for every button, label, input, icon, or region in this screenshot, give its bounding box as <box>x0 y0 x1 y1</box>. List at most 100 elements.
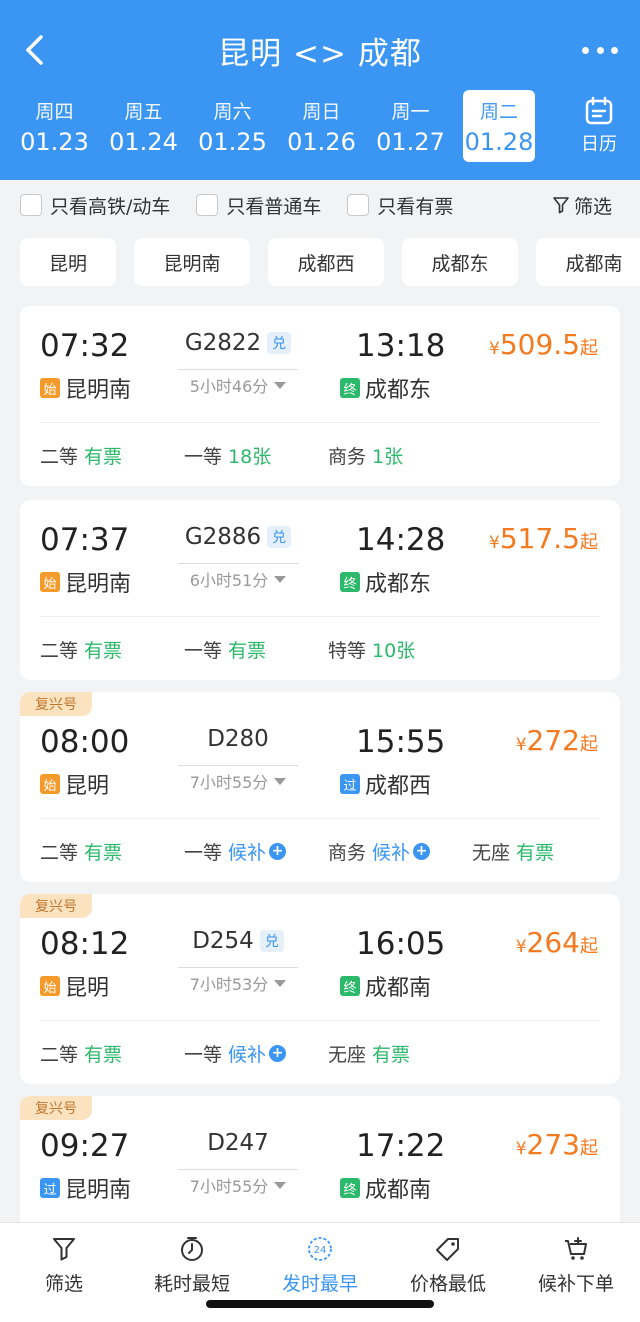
tab-label: 价格最低 <box>409 1273 486 1295</box>
arrival-station: 过 成都西 <box>340 768 431 800</box>
station-chips: 昆明 昆明南 成都西 成都东 成都南 <box>20 238 640 286</box>
arrival-station-name: 成都西 <box>365 774 432 799</box>
price-suffix: 起 <box>580 936 598 957</box>
arrival-time: 16:05 <box>356 926 446 962</box>
back-button[interactable] <box>18 32 54 68</box>
checkbox[interactable] <box>196 194 219 216</box>
seat-availability: 候补 <box>372 842 411 864</box>
date-tab-0126[interactable]: 周日 01.26 <box>277 90 366 162</box>
seat-availability: 候补 <box>228 842 267 864</box>
train-card[interactable]: 复兴号 08:00 始 昆明 D280 7小时55分 15:55 过 成都西 ¥… <box>20 692 620 882</box>
departure-station-name: 昆明南 <box>65 572 132 597</box>
tab-label: 筛选 <box>44 1273 83 1295</box>
station-chip-kunming[interactable]: 昆明 <box>20 238 116 286</box>
price: ¥ 273 起 <box>516 1128 598 1161</box>
date-weekday: 周日 <box>302 100 341 123</box>
timer-icon <box>181 1237 203 1261</box>
station-chip-chengdu-south[interactable]: 成都南 <box>536 238 640 286</box>
plus-circle-icon[interactable]: + <box>269 843 287 860</box>
start-tag: 始 <box>40 976 60 996</box>
arrival-time: 17:22 <box>356 1128 446 1164</box>
seat-first-class[interactable]: 一等 有票 <box>184 636 328 663</box>
departure-time: 08:00 <box>40 724 130 760</box>
station-chip-kunming-south[interactable]: 昆明南 <box>134 238 250 286</box>
price-currency: ¥ <box>489 339 500 359</box>
seat-availability: 有票 <box>516 842 555 864</box>
dot-icon <box>611 46 618 54</box>
date-weekday: 周六 <box>213 100 252 123</box>
departure-station: 始 昆明 <box>40 768 109 800</box>
duration[interactable]: 6小时51分 <box>178 567 298 591</box>
price-value: 264 <box>526 926 580 959</box>
filter-available-label: 只看有票 <box>377 195 454 218</box>
date-tab-0123[interactable]: 周四 01.23 <box>10 90 99 162</box>
seat-first-class[interactable]: 一等 候补 + <box>184 838 328 865</box>
filter-regular[interactable]: 只看普通车 <box>196 192 321 219</box>
chevron-left-icon <box>26 35 43 65</box>
date-tab-0127[interactable]: 周一 01.27 <box>366 90 455 162</box>
plus-circle-icon[interactable]: + <box>269 1045 287 1062</box>
duration[interactable]: 7小时53分 <box>178 971 298 995</box>
price-currency: ¥ <box>515 735 527 755</box>
station-chip-chengdu-east[interactable]: 成都东 <box>402 238 518 286</box>
train-card[interactable]: 复兴号 09:27 过 昆明南 D247 7小时55分 17:22 终 成都南 … <box>20 1096 620 1236</box>
date-tab-0124[interactable]: 周五 01.24 <box>99 90 188 162</box>
checkbox[interactable] <box>347 194 370 216</box>
seat-name: 无座 <box>472 842 511 864</box>
arrival-time: 15:55 <box>356 724 446 760</box>
date-tab-0125[interactable]: 周六 01.25 <box>188 90 277 162</box>
seat-second-class[interactable]: 二等 有票 <box>40 636 184 663</box>
filter-button[interactable]: 筛选 <box>552 192 612 219</box>
plus-circle-icon[interactable]: + <box>413 843 431 860</box>
seat-business[interactable]: 商务 1张 <box>328 442 472 469</box>
departure-station-name: 昆明 <box>65 774 110 799</box>
divider-line <box>178 369 298 370</box>
train-number: G2822 兑 <box>180 330 296 356</box>
seat-no-seat[interactable]: 无座 有票 <box>328 1040 472 1067</box>
price-suffix: 起 <box>580 734 598 755</box>
seat-name: 二等 <box>40 640 79 662</box>
train-card[interactable]: 07:37 始 昆明南 G2886 兑 6小时51分 14:28 终 成都东 ¥… <box>20 500 620 680</box>
cart-icon <box>565 1237 587 1260</box>
seat-second-class[interactable]: 二等 有票 <box>40 1040 184 1067</box>
seat-no-seat[interactable]: 无座 有票 <box>472 838 592 865</box>
duration[interactable]: 7小时55分 <box>178 1173 298 1197</box>
filter-available[interactable]: 只看有票 <box>347 192 453 219</box>
seat-first-class[interactable]: 一等 候补 + <box>184 1040 328 1067</box>
arrival-station: 终 成都南 <box>340 970 431 1002</box>
price-value: 509.5 <box>499 328 580 361</box>
card-divider <box>40 422 600 423</box>
train-number: D254 兑 <box>180 928 296 954</box>
duration-text: 6小时51分 <box>189 571 269 590</box>
tab-filter[interactable]: 筛选 <box>0 1223 128 1322</box>
card-divider <box>40 616 600 617</box>
train-card[interactable]: 07:32 始 昆明南 G2822 兑 5小时46分 13:18 终 成都东 ¥… <box>20 306 620 486</box>
filter-row: 只看高铁/动车 只看普通车 只看有票 筛选 <box>0 180 640 230</box>
seat-business[interactable]: 商务 候补 + <box>328 838 472 865</box>
seat-premium[interactable]: 特等 10张 <box>328 636 472 663</box>
seat-second-class[interactable]: 二等 有票 <box>40 442 184 469</box>
more-button[interactable] <box>582 36 618 64</box>
end-tag: 终 <box>340 378 360 398</box>
seat-first-class[interactable]: 一等 18张 <box>184 442 328 469</box>
card-divider <box>40 818 600 819</box>
train-card[interactable]: 复兴号 08:12 始 昆明 D254 兑 7小时53分 16:05 终 成都南… <box>20 894 620 1084</box>
duration[interactable]: 7小时55分 <box>178 769 298 793</box>
date-tab-0128-active[interactable]: 周二 01.28 <box>463 90 535 162</box>
seat-second-class[interactable]: 二等 有票 <box>40 838 184 865</box>
checkbox[interactable] <box>20 194 42 216</box>
arrival-station-name: 成都南 <box>365 1178 432 1203</box>
filter-high-speed-label: 只看高铁/动车 <box>50 195 171 218</box>
divider-line <box>178 765 298 766</box>
fuxing-badge: 复兴号 <box>20 894 92 918</box>
date-value: 01.26 <box>287 127 356 156</box>
duration[interactable]: 5小时46分 <box>178 373 298 397</box>
seat-availability: 候补 <box>228 1044 267 1066</box>
date-weekday: 周一 <box>391 100 430 123</box>
filter-high-speed[interactable]: 只看高铁/动车 <box>20 192 170 219</box>
station-chip-chengdu-west[interactable]: 成都西 <box>268 238 384 286</box>
tab-waitlist-order[interactable]: 候补下单 <box>512 1223 640 1322</box>
arrival-time: 14:28 <box>356 522 446 558</box>
calendar-button[interactable]: 日历 <box>572 96 626 156</box>
seat-list: 二等 有票 一等 候补 + 商务 候补 + 无座 有票 <box>40 838 592 865</box>
